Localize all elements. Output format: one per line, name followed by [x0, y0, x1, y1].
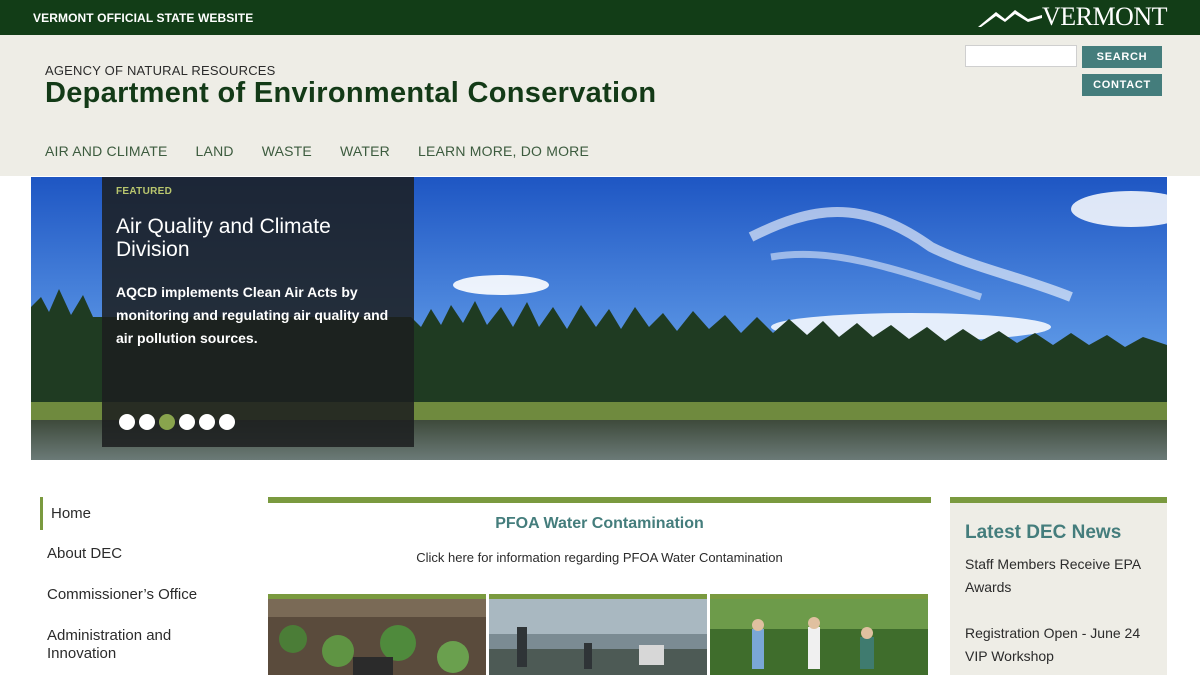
carousel-dot-6[interactable] [219, 414, 235, 430]
carousel-dots [119, 414, 235, 430]
vermont-wordmark: VERMONT [1041, 2, 1168, 31]
nav-item-waste[interactable]: WASTE [262, 143, 312, 159]
featured-description: AQCD implements Clean Air Acts by monito… [116, 284, 389, 346]
nav-item-learn-more[interactable]: LEARN MORE, DO MORE [418, 143, 589, 159]
thumbnail-monitoring-station[interactable] [489, 594, 707, 675]
featured-tag: FEATURED [116, 186, 173, 197]
featured-title[interactable]: Air Quality and Climate Division [116, 215, 396, 261]
left-nav-commissioners-office[interactable]: Commissioner’s Office [47, 586, 197, 603]
search-button[interactable]: SEARCH [1082, 46, 1162, 68]
search-input[interactable] [965, 45, 1077, 67]
left-nav-home[interactable]: Home [40, 497, 91, 530]
featured-panel: FEATURED Air Quality and Climate Divisio… [102, 177, 414, 447]
news-item-1[interactable]: Staff Members Receive EPA Awards [965, 553, 1160, 599]
feature-text[interactable]: Click here for information regarding PFO… [268, 550, 931, 565]
thumbnail-field-work[interactable] [710, 594, 928, 675]
nav-item-air-and-climate[interactable]: AIR AND CLIMATE [45, 143, 168, 159]
carousel-dot-1[interactable] [119, 414, 135, 430]
main-nav: AIR AND CLIMATE LAND WASTE WATER LEARN M… [45, 143, 589, 159]
feature-title[interactable]: PFOA Water Contamination [268, 515, 931, 533]
nav-item-water[interactable]: WATER [340, 143, 390, 159]
feature-thumbnails [268, 594, 931, 675]
carousel-dot-2[interactable] [139, 414, 155, 430]
carousel-dot-4[interactable] [179, 414, 195, 430]
carousel-dot-5[interactable] [199, 414, 215, 430]
left-nav-about-dec[interactable]: About DEC [47, 545, 122, 562]
news-title: Latest DEC News [965, 522, 1122, 543]
contact-button[interactable]: CONTACT [1082, 74, 1162, 96]
mountain-logo-icon [977, 10, 1042, 27]
carousel-dot-3[interactable] [159, 414, 175, 430]
news-item-2[interactable]: Registration Open - June 24 VIP Workshop [965, 622, 1160, 668]
nav-item-land[interactable]: LAND [196, 143, 234, 159]
department-title[interactable]: Department of Environmental Conservation [45, 77, 656, 110]
vermont-logo[interactable]: VERMONT [977, 2, 1168, 32]
news-accent-bar [950, 497, 1167, 503]
hero-carousel[interactable]: FEATURED Air Quality and Climate Divisio… [31, 177, 1167, 460]
agency-name: AGENCY OF NATURAL RESOURCES [45, 63, 276, 78]
feature-accent-bar [268, 497, 931, 503]
thumbnail-garden[interactable] [268, 594, 486, 675]
left-nav-administration-innovation[interactable]: Administration and Innovation [47, 627, 237, 663]
news-panel: Latest DEC News Staff Members Receive EP… [950, 497, 1167, 675]
state-site-label[interactable]: VERMONT OFFICIAL STATE WEBSITE [33, 11, 253, 25]
state-topbar: VERMONT OFFICIAL STATE WEBSITE VERMONT [0, 0, 1200, 35]
site-header: AGENCY OF NATURAL RESOURCES Department o… [0, 35, 1200, 176]
